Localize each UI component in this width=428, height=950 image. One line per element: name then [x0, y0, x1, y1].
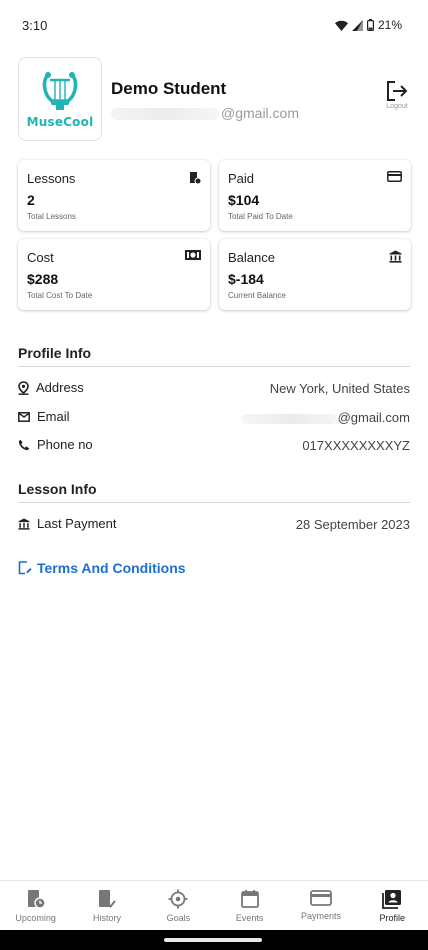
card-subtitle: Total Cost To Date — [27, 291, 93, 300]
profile-info-title: Profile Info — [18, 345, 92, 361]
nav-payments[interactable]: Payments — [285, 881, 356, 930]
card-subtitle: Current Balance — [228, 291, 286, 300]
email-redacted — [111, 108, 219, 121]
address-label: Address — [36, 380, 84, 395]
card-value: $-184 — [228, 271, 264, 287]
cost-card: Cost $288 Total Cost To Date — [18, 239, 210, 310]
lesson-info-title: Lesson Info — [18, 481, 97, 497]
nav-goals[interactable]: Goals — [143, 881, 214, 930]
phone-label-group: Phone no — [18, 437, 93, 452]
gesture-handle[interactable] — [164, 938, 262, 942]
student-email: @gmail.com — [111, 105, 299, 121]
bank-icon — [389, 250, 402, 263]
phone-value: 017XXXXXXXXYZ — [302, 438, 410, 453]
logout-icon — [387, 81, 408, 101]
credit-card-icon — [387, 171, 402, 182]
profile-header: MuseCool Demo Student @gmail.com Logout — [18, 57, 410, 143]
lyre-logo-icon — [42, 72, 78, 110]
card-title: Paid — [228, 171, 255, 186]
phone-label: Phone no — [37, 437, 93, 452]
email-label: Email — [37, 409, 70, 424]
email-redacted — [240, 413, 337, 424]
card-subtitle: Total Lessons — [27, 212, 76, 221]
section-divider — [18, 502, 410, 503]
card-title: Lessons — [27, 171, 76, 186]
last-payment-label: Last Payment — [37, 516, 117, 531]
last-payment-value: 28 September 2023 — [295, 517, 410, 532]
location-pin-icon — [18, 380, 29, 395]
lessons-card: Lessons 2 Total Lessons — [18, 160, 210, 231]
target-icon — [168, 889, 188, 909]
card-title: Balance — [228, 250, 275, 265]
credit-card-icon — [310, 890, 332, 906]
terms-label: Terms And Conditions — [37, 560, 186, 576]
app-logo: MuseCool — [18, 57, 102, 141]
status-time: 3:10 — [22, 18, 48, 33]
card-value: $288 — [27, 271, 59, 287]
battery-icon — [366, 19, 374, 31]
logout-button[interactable]: Logout — [384, 81, 410, 110]
nav-label: Payments — [300, 911, 341, 921]
address-label-group: Address — [18, 380, 84, 395]
card-subtitle: Total Paid To Date — [228, 212, 293, 221]
signal-icon — [351, 19, 363, 31]
nav-history[interactable]: History — [71, 881, 142, 930]
nav-label: Events — [235, 913, 264, 923]
calendar-icon — [240, 890, 259, 908]
card-title: Cost — [27, 250, 54, 265]
upcoming-book-clock-icon — [27, 890, 46, 909]
section-divider — [18, 366, 410, 367]
student-email-domain: @gmail.com — [221, 105, 300, 121]
card-value: 2 — [27, 192, 35, 208]
logo-text: MuseCool — [26, 115, 94, 129]
lessons-book-icon — [190, 172, 201, 184]
bank-icon — [18, 517, 30, 530]
last-payment-row: Last Payment 28 September 2023 — [18, 514, 410, 536]
nav-label: History — [92, 913, 121, 923]
student-name: Demo Student — [111, 79, 227, 98]
nav-label: Goals — [166, 913, 191, 923]
email-label-group: Email — [18, 409, 70, 424]
battery-percent: 21% — [377, 18, 402, 32]
terms-and-conditions-link[interactable]: Terms And Conditions — [18, 560, 186, 576]
edit-document-icon — [18, 561, 32, 575]
wifi-icon — [334, 20, 348, 31]
phone-row: Phone no 017XXXXXXXXYZ — [18, 435, 410, 457]
paid-card: Paid $104 Total Paid To Date — [219, 160, 411, 231]
phone-icon — [18, 439, 30, 450]
history-book-check-icon — [98, 890, 116, 908]
email-value-group: @gmail.com — [240, 410, 410, 425]
card-value: $104 — [228, 192, 260, 208]
status-bar: 3:10 21% — [0, 0, 428, 52]
email-value: @gmail.com — [337, 410, 410, 425]
nav-label: Profile — [379, 913, 406, 923]
address-value: New York, United States — [269, 381, 410, 396]
logout-label: Logout — [386, 103, 408, 110]
system-gesture-bar — [0, 930, 428, 950]
last-payment-label-group: Last Payment — [18, 516, 117, 531]
address-row: Address New York, United States — [18, 378, 410, 400]
balance-card: Balance $-184 Current Balance — [219, 239, 411, 310]
nav-profile[interactable]: Profile — [357, 881, 428, 930]
profile-contacts-icon — [382, 890, 402, 909]
nav-events[interactable]: Events — [214, 881, 285, 930]
mail-icon — [18, 411, 30, 422]
bottom-navigation: Upcoming History Goals Events Payments P… — [0, 880, 428, 930]
nav-upcoming[interactable]: Upcoming — [0, 881, 71, 930]
status-icons: 21% — [334, 18, 402, 32]
email-row: Email @gmail.com — [18, 407, 410, 429]
nav-label: Upcoming — [15, 913, 56, 923]
cash-icon — [185, 250, 201, 260]
